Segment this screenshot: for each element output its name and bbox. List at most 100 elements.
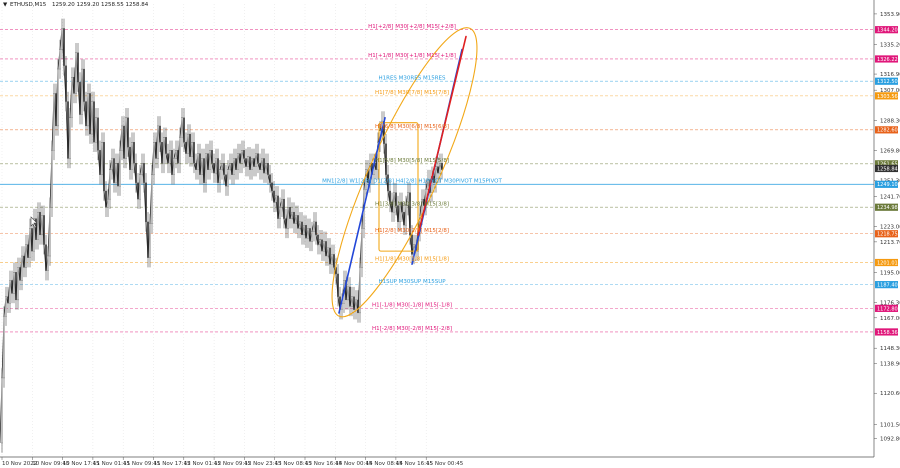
- candle-body: [403, 211, 405, 226]
- candle-body: [157, 125, 159, 159]
- price-level-label: H1RES M30RES M15RES: [379, 75, 446, 81]
- candle-body: [257, 153, 259, 164]
- price-level-tag-value: 1326.22: [877, 57, 898, 63]
- candle-body: [195, 163, 197, 170]
- candle-body: [53, 93, 55, 151]
- candle-body: [117, 163, 119, 187]
- candle-body: [171, 150, 173, 175]
- candle-body: [121, 125, 123, 151]
- candle-body: [91, 101, 93, 135]
- candle-body: [217, 158, 219, 183]
- candle-body: [353, 296, 355, 310]
- candle-body: [75, 52, 77, 94]
- candle-body: [311, 231, 313, 242]
- candle-body: [299, 221, 301, 229]
- price-level-tag-value: 1303.56: [877, 94, 898, 100]
- candle-body: [65, 65, 67, 102]
- candle-body: [141, 163, 143, 175]
- candle-body: [265, 163, 267, 174]
- candle-body: [215, 158, 217, 174]
- symbol-timeframe: ETHUSD,M15: [10, 2, 47, 8]
- candle-body: [331, 254, 333, 265]
- candle-body: [249, 156, 251, 170]
- candle-body: [281, 198, 283, 208]
- candle-body: [327, 247, 329, 257]
- candle-body: [119, 150, 121, 187]
- candle-body: [15, 272, 17, 301]
- candle-body: [189, 133, 191, 157]
- candle-body: [45, 244, 47, 271]
- candle-body: [235, 158, 237, 170]
- price-tick-label: 1092.80: [880, 436, 900, 442]
- candle-body: [115, 163, 117, 183]
- candle-body: [295, 215, 297, 224]
- candle-body: [25, 244, 27, 268]
- price-level-tag-value: 1172.80: [877, 306, 898, 312]
- candle-body: [205, 153, 207, 183]
- candle-body: [165, 137, 167, 154]
- candle-body: [253, 158, 255, 167]
- candle-body: [263, 158, 265, 174]
- candle-body: [23, 255, 25, 268]
- price-tick-label: 1223.00: [880, 225, 900, 231]
- candle-body: [81, 68, 83, 115]
- candle-body: [269, 174, 271, 183]
- candle-body: [207, 153, 209, 170]
- candle-body: [255, 153, 257, 167]
- candle-body: [305, 224, 307, 239]
- candle-body: [351, 296, 353, 307]
- time-tick-label: 15 Nov 00:45: [426, 461, 464, 467]
- candle-body: [209, 150, 211, 170]
- candle-body: [137, 182, 139, 200]
- candle-body: [59, 49, 61, 70]
- price-level-tag-value: 1249.10: [877, 182, 898, 188]
- candle-body: [11, 280, 13, 294]
- price-tick-label: 1316.90: [880, 72, 900, 78]
- candle-body: [251, 158, 253, 170]
- candle-body: [147, 221, 149, 258]
- candle-body: [229, 163, 231, 170]
- candle-body: [357, 299, 359, 314]
- candle-body: [177, 150, 179, 164]
- candle-body: [397, 205, 399, 223]
- price-tick-label: 1288.30: [880, 119, 900, 125]
- price-tick-label: 1167.00: [880, 316, 900, 322]
- candle-body: [169, 150, 171, 164]
- chart-area[interactable]: H1[+2/8] M30[+2/8] M15[+2/8] H1[+1/8] M30…: [0, 0, 900, 468]
- price-level-label: H1[-2/8] M30[-2/8] M15[-2/8]: [372, 326, 452, 332]
- candle-body: [227, 169, 229, 187]
- candle-body: [349, 286, 351, 307]
- candle-body: [37, 211, 39, 240]
- price-tick-label: 1269.80: [880, 149, 900, 155]
- candle-body: [27, 244, 29, 258]
- candle-body: [111, 158, 113, 170]
- candle-body: [73, 77, 75, 94]
- candle-body: [231, 163, 233, 175]
- candle-body: [309, 228, 311, 242]
- candle-body: [317, 234, 319, 245]
- candle-body: [297, 215, 299, 229]
- candle-body: [233, 158, 235, 175]
- price-tick-label: 1120.60: [880, 391, 900, 397]
- candle-body: [167, 153, 169, 164]
- candle-body: [279, 207, 281, 219]
- candle-body: [289, 207, 291, 219]
- candle-body: [185, 142, 187, 154]
- candle-body: [325, 241, 327, 257]
- candle-body: [51, 150, 53, 208]
- candle-body: [67, 101, 69, 159]
- candle-body: [163, 137, 165, 164]
- candle-body: [155, 142, 157, 159]
- candle-body: [97, 117, 99, 151]
- candle-body: [123, 125, 125, 159]
- candle-body: [153, 142, 155, 175]
- candle-body: [193, 142, 195, 164]
- candle-body: [271, 182, 273, 192]
- candle-body: [139, 174, 141, 200]
- candle-body: [245, 158, 247, 167]
- price-level-tag-value: 1218.75: [877, 232, 898, 238]
- candle-body: [347, 286, 349, 301]
- candle-body: [3, 316, 5, 379]
- candle-body: [267, 163, 269, 175]
- candle-body: [405, 205, 407, 226]
